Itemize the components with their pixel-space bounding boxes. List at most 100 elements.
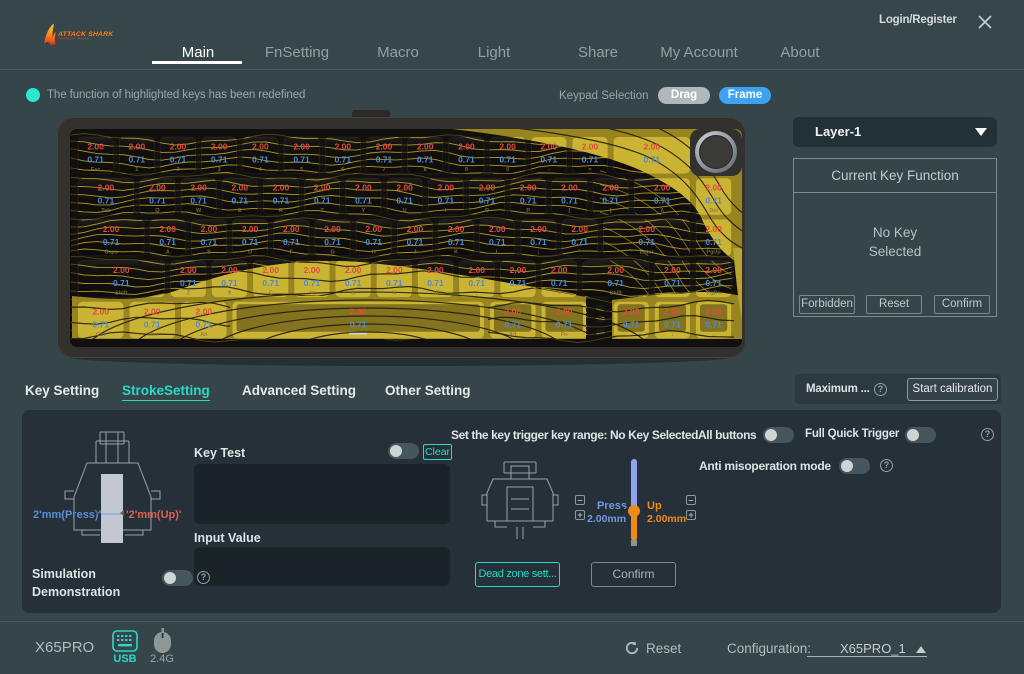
svg-text:2.00: 2.00 — [607, 265, 624, 275]
svg-text:1: 1 — [135, 167, 138, 173]
svg-text:2.00: 2.00 — [180, 265, 197, 275]
svg-text:2.00: 2.00 — [283, 224, 300, 234]
svg-text:Shift: Shift — [115, 291, 127, 297]
svg-text:Q: Q — [155, 208, 160, 214]
svg-text:2.00: 2.00 — [113, 265, 130, 275]
svg-text:C: C — [269, 291, 273, 297]
svg-text:0.71: 0.71 — [489, 237, 506, 247]
svg-text:2.00: 2.00 — [252, 142, 269, 152]
svg-text:Del: Del — [709, 208, 718, 214]
svg-text:2.00: 2.00 — [571, 224, 588, 234]
svg-text:2.00: 2.00 — [705, 306, 722, 316]
svg-text:2.00: 2.00 — [644, 142, 661, 152]
svg-text:Enter: Enter — [640, 249, 655, 255]
svg-text:0.71: 0.71 — [350, 319, 367, 329]
svg-text:0.71: 0.71 — [705, 237, 722, 247]
svg-text:Alt: Alt — [509, 332, 517, 338]
svg-text:2.00: 2.00 — [664, 265, 681, 275]
svg-text:0.71: 0.71 — [262, 278, 279, 288]
svg-text:7: 7 — [382, 167, 385, 173]
svg-text:2.00: 2.00 — [654, 183, 671, 193]
svg-text:0.71: 0.71 — [458, 155, 475, 165]
svg-text:0.71: 0.71 — [448, 237, 465, 247]
svg-text:Y: Y — [362, 208, 366, 214]
svg-text:2.00: 2.00 — [510, 265, 527, 275]
svg-text:0.71: 0.71 — [556, 319, 573, 329]
svg-text:0.71: 0.71 — [355, 196, 372, 206]
svg-text:0.71: 0.71 — [149, 196, 166, 206]
svg-text:[: [ — [568, 208, 570, 214]
svg-text:0.71: 0.71 — [561, 196, 578, 206]
svg-text:2.00: 2.00 — [489, 224, 506, 234]
svg-text:0.71: 0.71 — [365, 237, 382, 247]
svg-text:2.00: 2.00 — [561, 183, 578, 193]
svg-text:0.71: 0.71 — [510, 278, 527, 288]
svg-text:0.71: 0.71 — [705, 319, 722, 329]
svg-text:0.71: 0.71 — [345, 278, 362, 288]
svg-text:2.00: 2.00 — [93, 306, 110, 316]
svg-text:0.71: 0.71 — [571, 237, 588, 247]
svg-text:2.00: 2.00 — [273, 183, 290, 193]
svg-text:2.00: 2.00 — [468, 265, 485, 275]
svg-text:↓: ↓ — [671, 332, 674, 338]
svg-text:PgDn: PgDn — [706, 291, 721, 297]
svg-text:2.00: 2.00 — [144, 306, 161, 316]
svg-text:0.71: 0.71 — [273, 196, 290, 206]
svg-text:0.71: 0.71 — [221, 278, 238, 288]
svg-text:2.00: 2.00 — [232, 183, 249, 193]
svg-text:H: H — [372, 249, 376, 255]
svg-text:0.71: 0.71 — [654, 196, 671, 206]
svg-text:0.71: 0.71 — [623, 319, 640, 329]
svg-text:0.71: 0.71 — [520, 196, 537, 206]
svg-text:2: 2 — [176, 167, 179, 173]
svg-text:0.71: 0.71 — [232, 196, 249, 206]
svg-text:2.00: 2.00 — [159, 224, 176, 234]
svg-text:8: 8 — [424, 167, 427, 173]
svg-text:0.71: 0.71 — [190, 196, 207, 206]
svg-text:0.71: 0.71 — [103, 237, 120, 247]
svg-text:2.00: 2.00 — [345, 265, 362, 275]
svg-text:0.71: 0.71 — [252, 155, 269, 165]
svg-text:0.71: 0.71 — [144, 319, 161, 329]
svg-text:0.71: 0.71 — [293, 155, 310, 165]
svg-text:J: J — [413, 249, 416, 255]
svg-text:=: = — [588, 167, 591, 173]
svg-text:0.71: 0.71 — [664, 319, 681, 329]
svg-text:5: 5 — [300, 167, 303, 173]
svg-text:0.71: 0.71 — [87, 155, 104, 165]
svg-text:2.00: 2.00 — [386, 265, 403, 275]
svg-text:0.71: 0.71 — [386, 278, 403, 288]
svg-text:0.71: 0.71 — [129, 155, 146, 165]
svg-text:2.00: 2.00 — [551, 265, 568, 275]
svg-text:2.00: 2.00 — [293, 142, 310, 152]
svg-text:2.00: 2.00 — [623, 306, 640, 316]
svg-text:0.71: 0.71 — [376, 155, 393, 165]
svg-text:0.71: 0.71 — [479, 196, 496, 206]
svg-text:2.00: 2.00 — [324, 224, 341, 234]
svg-text:0.71: 0.71 — [314, 196, 331, 206]
svg-text:0.71: 0.71 — [530, 237, 547, 247]
svg-text:2.00: 2.00 — [190, 183, 207, 193]
svg-text:0.71: 0.71 — [283, 237, 300, 247]
svg-text:0.71: 0.71 — [602, 196, 619, 206]
svg-text:2.00: 2.00 — [365, 224, 382, 234]
svg-text:U: U — [403, 208, 407, 214]
svg-text:0.71: 0.71 — [407, 237, 424, 247]
svg-text:0.71: 0.71 — [607, 278, 624, 288]
svg-text:P: P — [526, 208, 530, 214]
svg-text:0.71: 0.71 — [664, 278, 681, 288]
svg-text:0.71: 0.71 — [638, 237, 655, 247]
svg-text:0.71: 0.71 — [644, 155, 661, 165]
svg-text:2.00: 2.00 — [376, 142, 393, 152]
svg-text:0.71: 0.71 — [93, 319, 110, 329]
svg-text:2.00: 2.00 — [705, 224, 722, 234]
svg-text:2.00: 2.00 — [98, 183, 115, 193]
svg-text:0.71: 0.71 — [180, 278, 197, 288]
svg-text:0.71: 0.71 — [196, 319, 213, 329]
svg-text:2.00: 2.00 — [499, 142, 516, 152]
svg-text:0.71: 0.71 — [324, 237, 341, 247]
svg-text:2.00: 2.00 — [335, 142, 352, 152]
svg-text:9: 9 — [465, 167, 468, 173]
svg-text:-: - — [548, 167, 550, 173]
svg-text:K: K — [454, 249, 458, 255]
